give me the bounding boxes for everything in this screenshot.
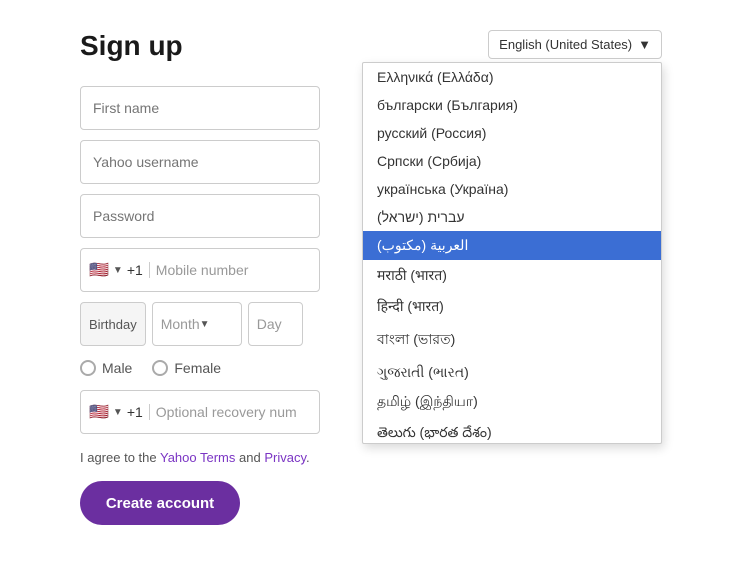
language-item-hebrew[interactable]: עברית (ישראל) [363, 203, 661, 231]
birthday-month-dropdown[interactable]: Month ▼ [152, 302, 242, 346]
first-name-input[interactable] [80, 86, 320, 130]
language-label: English (United States) [499, 37, 632, 52]
us-flag-icon: 🇺🇸 [89, 260, 109, 280]
gender-male-option[interactable]: Male [80, 360, 132, 376]
language-item-marathi[interactable]: मराठी (भारत) [363, 260, 661, 291]
language-item-tamil[interactable]: தமிழ் (இந்தியா) [363, 387, 661, 418]
language-item-greek[interactable]: Ελληνικά (Ελλάδα) [363, 63, 661, 91]
terms-and: and [235, 450, 264, 465]
language-item-bengali[interactable]: বাংলা (ভারত) [363, 322, 661, 358]
optional-us-flag-icon: 🇺🇸 [89, 402, 109, 422]
language-item-gujarati[interactable]: ગુજરાતી (ભારત) [363, 358, 661, 387]
optional-phone-dropdown-arrow: ▼ [113, 407, 123, 418]
language-dropdown[interactable]: Ελληνικά (Ελλάδα)български (България)рус… [362, 62, 662, 444]
optional-phone-code: +1 [127, 404, 150, 420]
language-item-bulgarian[interactable]: български (България) [363, 91, 661, 119]
gender-female-option[interactable]: Female [152, 360, 221, 376]
language-list[interactable]: Ελληνικά (Ελλάδα)български (България)рус… [363, 63, 661, 443]
terms-text-before: I agree to the [80, 450, 160, 465]
language-item-telugu[interactable]: తెలుగు (భారత దేశం) [363, 418, 661, 443]
privacy-link[interactable]: Privacy [264, 450, 306, 465]
password-input[interactable] [80, 194, 320, 238]
terms-row: I agree to the Yahoo Terms and Privacy. [80, 450, 320, 465]
language-item-serbian[interactable]: Српски (Србија) [363, 147, 661, 175]
yahoo-terms-link[interactable]: Yahoo Terms [160, 450, 235, 465]
gender-row: Male Female [80, 356, 320, 380]
signup-form: 🇺🇸 ▼ +1 Mobile number Birthday Month ▼ D… [80, 86, 320, 525]
male-radio[interactable] [80, 360, 96, 376]
mobile-phone-row[interactable]: 🇺🇸 ▼ +1 Mobile number [80, 248, 320, 292]
birthday-label: Birthday [80, 302, 146, 346]
optional-phone-placeholder: Optional recovery num [156, 404, 297, 420]
day-placeholder: Day [257, 316, 282, 332]
phone-code: +1 [127, 262, 150, 278]
language-item-hindi[interactable]: हिन्दी (भारत) [363, 291, 661, 322]
phone-dropdown-arrow: ▼ [113, 265, 123, 276]
month-placeholder: Month [161, 316, 200, 332]
month-arrow: ▼ [200, 319, 233, 330]
mobile-placeholder: Mobile number [156, 262, 249, 278]
page-container: Sign up English (United States) ▼ Ελληνι… [0, 0, 742, 555]
optional-phone-row[interactable]: 🇺🇸 ▼ +1 Optional recovery num [80, 390, 320, 434]
terms-period: . [306, 450, 310, 465]
language-button[interactable]: English (United States) ▼ [488, 30, 662, 59]
language-item-ukrainian[interactable]: українська (Україна) [363, 175, 661, 203]
language-item-russian[interactable]: русский (Россия) [363, 119, 661, 147]
birthday-row: Birthday Month ▼ Day [80, 302, 320, 346]
language-arrow: ▼ [638, 37, 651, 52]
birthday-day-input[interactable]: Day [248, 302, 303, 346]
female-label: Female [174, 360, 221, 376]
yahoo-username-input[interactable] [80, 140, 320, 184]
create-account-button[interactable]: Create account [80, 481, 240, 525]
language-item-arabic[interactable]: العربية (مكتوب) [363, 231, 661, 260]
male-label: Male [102, 360, 132, 376]
female-radio[interactable] [152, 360, 168, 376]
